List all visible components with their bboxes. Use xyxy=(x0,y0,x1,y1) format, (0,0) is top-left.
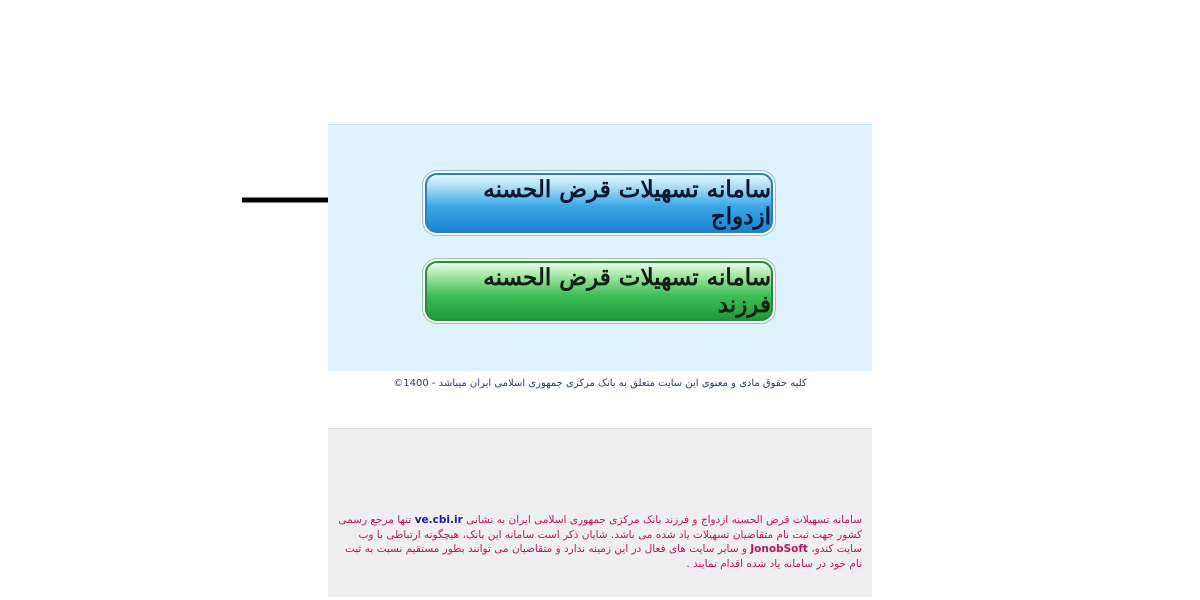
copyright-text: کلیه حقوق مادی و معنوی این سایت متعلق به… xyxy=(393,378,807,389)
official-site-link[interactable]: ve.cbi.ir xyxy=(415,514,463,526)
notice-text: سامانه تسهیلات قرض الحسنه ازدواج و فرزند… xyxy=(336,513,862,571)
brand-name: JonobSoft xyxy=(750,543,808,555)
loan-systems-panel: سامانه تسهیلات قرض الحسنه ازدواج سامانه … xyxy=(328,124,872,371)
marriage-loan-button[interactable]: سامانه تسهیلات قرض الحسنه ازدواج xyxy=(425,173,773,233)
notice-part-1: سامانه تسهیلات قرض الحسنه ازدواج و فرزند… xyxy=(462,514,862,526)
notice-panel: سامانه تسهیلات قرض الحسنه ازدواج و فرزند… xyxy=(328,428,872,597)
page: سامانه تسهیلات قرض الحسنه ازدواج سامانه … xyxy=(0,0,1200,600)
child-loan-button[interactable]: سامانه تسهیلات قرض الحسنه فرزند xyxy=(425,261,773,321)
